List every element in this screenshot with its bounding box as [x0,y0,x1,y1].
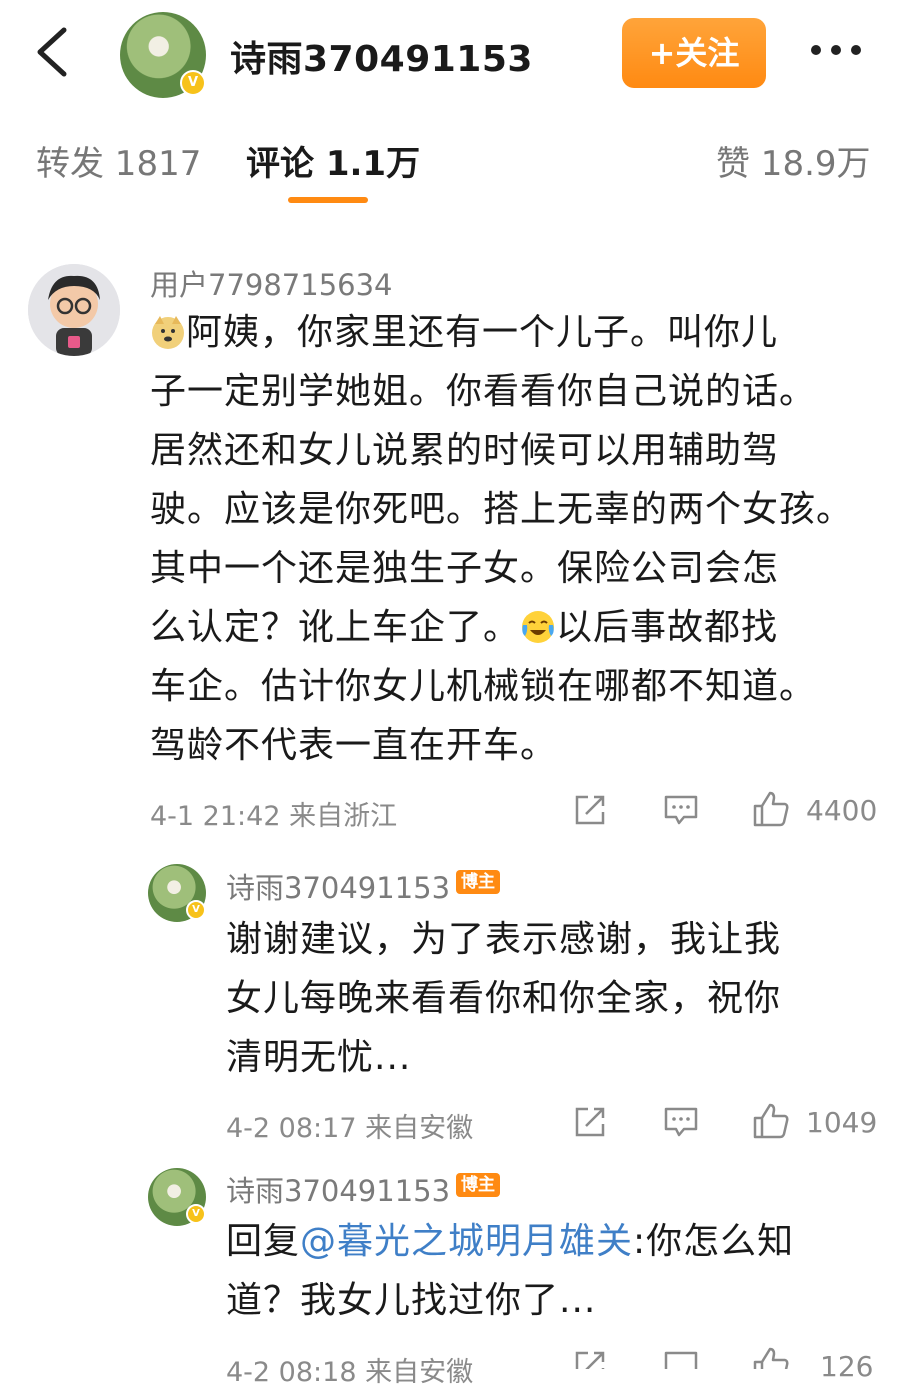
comment-line: 么认定？讹上车企了。 以后事故都找 [150,598,880,657]
reply-line: 回复@暮光之城明月雄关:你怎么知 [226,1221,795,1262]
laugh-cry-emoji-icon [520,604,556,643]
like-button[interactable] [752,1102,790,1144]
reply-button[interactable] [662,792,700,832]
chevron-left-icon [37,27,67,77]
like-count: 4400 [806,794,878,827]
reply-line: 女儿每晚来看看你和你全家，祝你 [226,978,782,1019]
thumbs-up-icon [753,1103,789,1139]
repost-button[interactable] [572,1104,608,1144]
reply-username[interactable]: 诗雨370491153 [226,865,450,907]
repost-button[interactable] [572,792,608,832]
reply-timestamp-location: 4-2 08:17 来自安徽 [226,1113,474,1144]
verified-badge-icon: V [186,1204,206,1224]
comment-line: 子一定别学她姐。你看看你自己说的话。 [150,371,817,412]
verified-badge-icon: V [186,900,206,920]
reply-line: 道？我女儿找过你了... [226,1280,597,1321]
like-count: 126 [820,1350,874,1383]
tab-reposts[interactable]: 转发 1817 [36,136,201,185]
commenter-avatar[interactable] [28,264,120,356]
more-dots-icon [811,45,861,55]
comment-line: 其中一个还是独生子女。保险公司会怎 [150,548,780,589]
comment-line: 驶。应该是你死吧。搭上无辜的两个女孩。 [150,489,854,530]
reply-button[interactable] [662,1348,700,1381]
doge-emoji-icon [150,309,186,349]
like-button[interactable] [752,790,790,832]
verified-badge-icon: V [180,70,206,96]
author-tag-badge: 博主 [456,870,500,894]
reply-body: 谢谢建议，为了表示感谢，我让我 女儿每晚来看看你和你全家，祝你 清明无忧... [226,910,876,1087]
comment-line: 驾龄不代表一直在开车。 [150,725,558,766]
back-button[interactable] [28,22,78,82]
reply-timestamp-location: 4-2 08:18 来自安徽 [226,1357,474,1388]
active-tab-indicator [288,197,368,203]
follow-button[interactable]: +关注 [622,18,766,88]
comment-line: 居然还和女儿说累的时候可以用辅助驾 [150,430,780,471]
tab-likes[interactable]: 赞 18.9万 [716,136,871,185]
like-count: 1049 [806,1106,878,1139]
commenter-username[interactable]: 用户7798715634 [150,262,393,304]
comment-icon [664,795,698,825]
author-username[interactable]: 诗雨370491153 [230,30,533,82]
comment-line: 车企。估计你女儿机械锁在哪都不知道。 [150,666,817,707]
share-icon [575,795,605,825]
more-options-button[interactable] [806,30,866,70]
comment-timestamp-location: 4-1 21:42 来自浙江 [150,801,398,832]
reply-body: 回复@暮光之城明月雄关:你怎么知 道？我女儿找过你了... [226,1212,876,1330]
share-icon [575,1351,605,1381]
thumbs-up-icon [753,1347,789,1383]
comment-icon [664,1107,698,1137]
author-tag-badge: 博主 [456,1173,500,1197]
repost-button[interactable] [572,1348,608,1381]
mention-link[interactable]: @暮光之城明月雄关 [300,1221,633,1262]
reply-line: 清明无忧... [226,1037,412,1078]
reply-button[interactable] [662,1104,700,1144]
comment-icon [664,1351,698,1381]
tab-comments[interactable]: 评论 1.1万 [246,136,420,185]
reply-line: 谢谢建议，为了表示感谢，我让我 [226,919,782,960]
comment-line-1: 阿姨，你家里还有一个儿子。叫你儿 [150,303,880,362]
share-icon [575,1107,605,1137]
thumbs-up-icon [753,791,789,827]
reply-username[interactable]: 诗雨370491153 [226,1168,450,1210]
comment-body: 阿姨，你家里还有一个儿子。叫你儿 子一定别学她姐。你看看你自己说的话。 居然还和… [150,303,880,775]
cartoon-avatar-icon [28,264,120,356]
